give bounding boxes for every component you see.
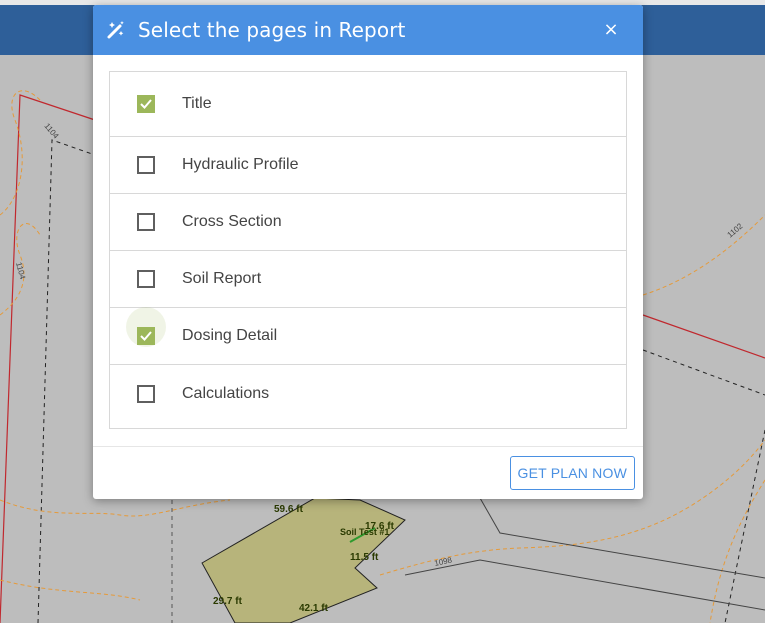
page-checkbox[interactable] (137, 213, 155, 231)
page-checkbox[interactable] (137, 156, 155, 174)
page-option-row[interactable]: Hydraulic Profile (110, 137, 626, 194)
page-checkbox[interactable] (137, 270, 155, 288)
footer-divider (93, 446, 643, 447)
get-plan-now-button[interactable]: GET PLAN NOW (509, 456, 635, 490)
page-option-label: Title (182, 95, 212, 112)
page-option-label: Calculations (182, 384, 270, 402)
page-checklist: Title Hydraulic Profile Cross Section Soil … (109, 71, 627, 429)
modal-title: Select the pages in Report (138, 18, 406, 42)
page-checkbox[interactable] (137, 327, 155, 345)
close-icon: × (603, 18, 619, 40)
magic-wand-icon (105, 19, 127, 41)
page-option-row[interactable]: Dosing Detail (110, 307, 626, 365)
checkmark-icon (140, 99, 152, 109)
checkbox-wrapper (110, 95, 182, 113)
checkbox-wrapper (110, 384, 182, 403)
checkbox-wrapper (110, 213, 182, 231)
checkmark-icon (140, 331, 152, 341)
page-option-label: Soil Report (182, 270, 262, 287)
page-option-label: Dosing Detail (182, 327, 278, 344)
checkbox-wrapper (110, 156, 182, 174)
page-option-label: Cross Section (182, 213, 282, 230)
page-option-row[interactable]: Cross Section (110, 194, 626, 251)
checkbox-wrapper (110, 307, 182, 347)
page-option-row[interactable]: Title (110, 72, 626, 137)
close-button[interactable]: × (601, 18, 621, 40)
checkbox-wrapper (110, 270, 182, 288)
page-option-row[interactable]: Calculations (110, 365, 626, 422)
page-option-label: Hydraulic Profile (182, 156, 299, 173)
page-option-row[interactable]: Soil Report (110, 251, 626, 308)
report-pages-modal: Select the pages in Report × Title Hydrau… (93, 5, 643, 499)
page-checkbox[interactable] (137, 95, 155, 113)
page-checkbox[interactable] (137, 384, 155, 403)
modal-header: Select the pages in Report × (93, 5, 643, 55)
